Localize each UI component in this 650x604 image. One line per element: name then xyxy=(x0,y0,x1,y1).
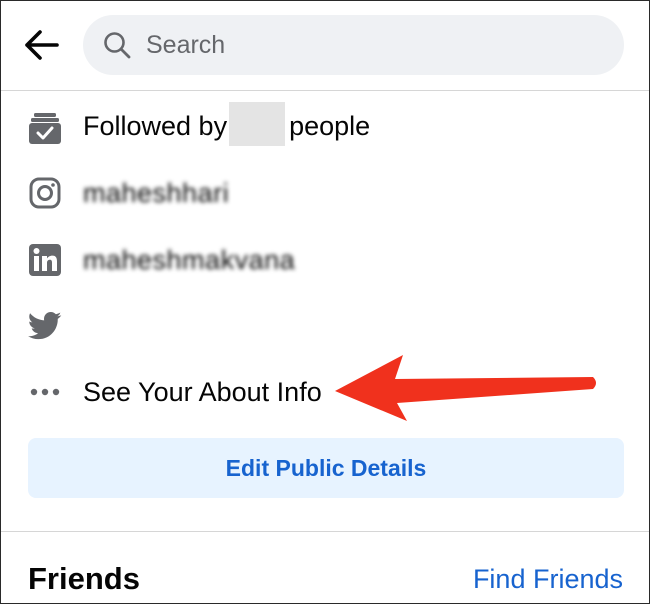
instagram-icon xyxy=(27,175,63,211)
see-about-info-row[interactable]: See Your About Info xyxy=(1,366,649,418)
instagram-row[interactable]: maheshhari xyxy=(1,167,649,219)
followed-by-row: Followed by people xyxy=(1,102,649,154)
search-icon xyxy=(102,30,132,60)
find-friends-link[interactable]: Find Friends xyxy=(473,564,623,595)
section-divider xyxy=(1,531,649,532)
followed-by-suffix: people xyxy=(289,111,371,142)
search-bar[interactable] xyxy=(83,15,624,75)
edit-public-details-button[interactable]: Edit Public Details xyxy=(28,438,624,498)
profile-screen: Followed by people maheshhari maheshmakva… xyxy=(0,0,650,604)
linkedin-icon xyxy=(27,242,63,278)
instagram-handle[interactable]: maheshhari xyxy=(83,178,229,209)
followed-by-text: Followed by people xyxy=(83,102,371,146)
redacted-count xyxy=(229,102,286,146)
friends-heading: Friends xyxy=(28,561,140,596)
back-button[interactable] xyxy=(19,23,63,67)
linkedin-row[interactable]: maheshmakvana xyxy=(1,234,649,286)
see-about-info-label[interactable]: See Your About Info xyxy=(83,377,322,408)
followers-check-icon xyxy=(27,110,63,146)
search-input[interactable] xyxy=(144,29,588,61)
twitter-icon xyxy=(27,308,63,344)
twitter-row[interactable] xyxy=(1,300,649,352)
more-dots-icon xyxy=(27,374,63,410)
followed-by-prefix: Followed by xyxy=(83,111,228,142)
arrow-left-icon xyxy=(25,30,59,60)
top-bar xyxy=(1,1,649,91)
linkedin-handle[interactable]: maheshmakvana xyxy=(83,245,295,276)
